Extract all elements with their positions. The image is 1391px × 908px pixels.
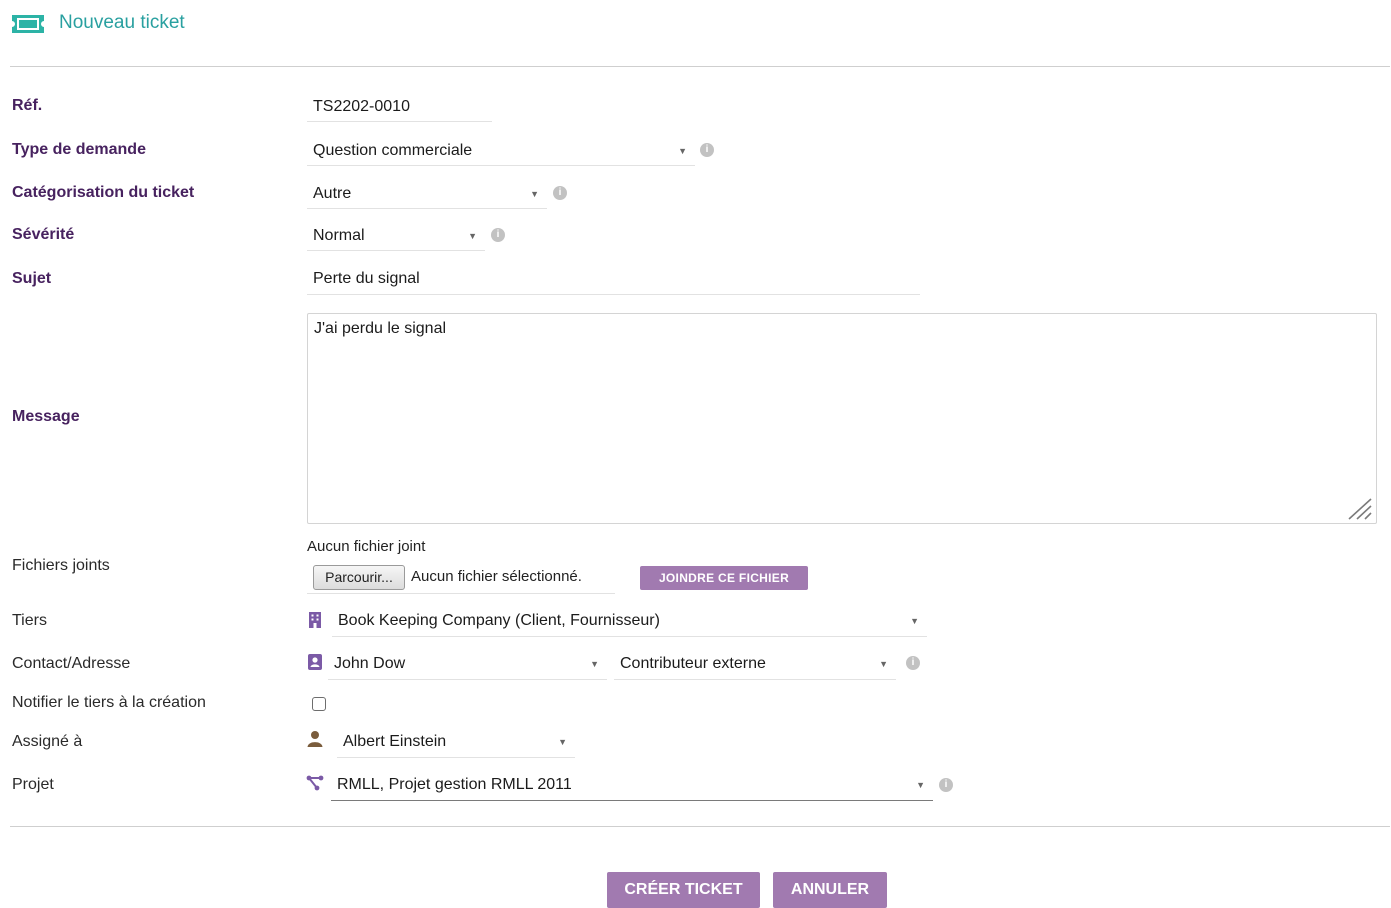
fichiers-status: Aucun fichier joint <box>307 538 426 555</box>
chevron-down-icon: ▼ <box>916 779 925 790</box>
notifier-checkbox[interactable] <box>312 697 326 711</box>
info-icon[interactable]: i <box>906 656 920 670</box>
join-file-button[interactable]: JOINDRE CE FICHIER <box>640 566 808 590</box>
chevron-down-icon: ▼ <box>558 737 567 747</box>
info-icon[interactable]: i <box>491 228 505 242</box>
message-value: J'ai perdu le signal <box>314 320 447 337</box>
message-label: Message <box>12 408 80 425</box>
chevron-down-icon: ▼ <box>879 659 888 669</box>
ref-field[interactable]: TS2202-0010 <box>307 92 492 122</box>
fichiers-label: Fichiers joints <box>12 557 110 574</box>
user-icon <box>307 731 323 747</box>
assigne-select[interactable]: Albert Einstein ▼ <box>337 727 575 758</box>
tiers-select[interactable]: Book Keeping Company (Client, Fournisseu… <box>332 606 927 637</box>
severite-select[interactable]: Normal ▼ <box>307 221 485 251</box>
type-demande-select[interactable]: Question commerciale ▼ <box>307 136 695 166</box>
tiers-value: Book Keeping Company (Client, Fournisseu… <box>338 612 660 629</box>
chevron-down-icon: ▼ <box>678 145 687 156</box>
no-file-text: Aucun fichier sélectionné. <box>411 568 582 585</box>
chevron-down-icon: ▼ <box>910 616 919 626</box>
info-icon[interactable]: i <box>939 778 953 792</box>
cancel-button[interactable]: ANNULER <box>773 872 887 908</box>
type-demande-label: Type de demande <box>12 141 146 158</box>
browse-button[interactable]: Parcourir... <box>313 565 405 590</box>
chevron-down-icon: ▼ <box>468 230 477 241</box>
project-icon <box>306 775 324 791</box>
categorisation-value: Autre <box>313 184 352 202</box>
contact-label: Contact/Adresse <box>12 655 131 672</box>
create-ticket-button[interactable]: CRÉER TICKET <box>607 872 760 908</box>
categorisation-label: Catégorisation du ticket <box>12 184 195 201</box>
contact-card-icon <box>308 654 322 670</box>
building-icon <box>309 612 321 628</box>
page-title: Nouveau ticket <box>59 12 185 33</box>
chevron-down-icon: ▼ <box>590 659 599 669</box>
categorisation-select[interactable]: Autre ▼ <box>307 179 547 209</box>
sujet-value: Perte du signal <box>313 270 420 287</box>
file-underline <box>307 593 615 594</box>
contact-role-select[interactable]: Contributeur externe ▼ <box>614 649 896 680</box>
contact-select[interactable]: John Dow ▼ <box>328 649 607 680</box>
resize-grip-icon[interactable] <box>1347 498 1373 520</box>
severite-value: Normal <box>313 226 365 244</box>
projet-value: RMLL, Projet gestion RMLL 2011 <box>337 775 572 793</box>
sujet-label: Sujet <box>12 270 52 287</box>
type-demande-value: Question commerciale <box>313 141 473 159</box>
info-icon[interactable]: i <box>700 143 714 157</box>
chevron-down-icon: ▼ <box>530 188 539 199</box>
projet-label: Projet <box>12 776 54 793</box>
contact-role-value: Contributeur externe <box>620 655 766 672</box>
sujet-input[interactable]: Perte du signal <box>307 264 920 295</box>
ref-value: TS2202-0010 <box>313 97 410 115</box>
severite-label: Sévérité <box>12 226 75 243</box>
assigne-value: Albert Einstein <box>343 733 447 750</box>
notifier-label: Notifier le tiers à la création <box>12 694 206 711</box>
tiers-label: Tiers <box>12 612 47 629</box>
ref-label: Réf. <box>12 97 43 114</box>
contact-value: John Dow <box>334 655 406 672</box>
projet-select[interactable]: RMLL, Projet gestion RMLL 2011 ▼ <box>331 769 933 801</box>
assigne-label: Assigné à <box>12 733 83 750</box>
message-textarea[interactable]: J'ai perdu le signal <box>307 313 1377 524</box>
ticket-icon <box>12 15 44 33</box>
header-divider <box>10 66 1390 67</box>
footer-divider <box>10 826 1390 827</box>
info-icon[interactable]: i <box>553 186 567 200</box>
